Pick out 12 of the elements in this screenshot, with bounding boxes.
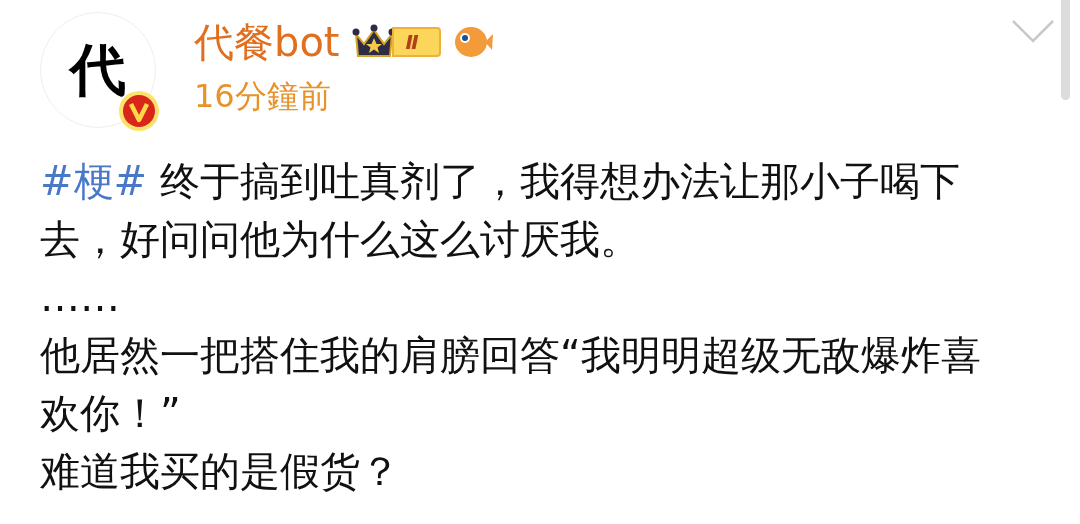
post-time: 16分鐘前	[194, 76, 332, 117]
chevron-down-icon[interactable]	[1010, 18, 1056, 44]
avatar[interactable]: 代	[40, 12, 156, 128]
post-text: ……	[40, 273, 121, 322]
author-name[interactable]: 代餐bot	[194, 16, 340, 68]
pufferfish-icon	[452, 24, 493, 60]
post-text: 难道我买的是假货？	[40, 447, 401, 496]
level-number: Ⅱ	[405, 32, 419, 52]
hashtag-link[interactable]: #梗#	[40, 158, 148, 204]
post-text: 他居然一把搭住我的肩膀回答“我明明超级无敌爆炸喜欢你！”	[40, 331, 982, 438]
avatar-text: 代	[70, 42, 126, 98]
post-text: #梗# 终于搞到吐真剂了，我得想办法让那小子喝下去，好问问他为什么这么讨厌我。	[40, 157, 961, 264]
